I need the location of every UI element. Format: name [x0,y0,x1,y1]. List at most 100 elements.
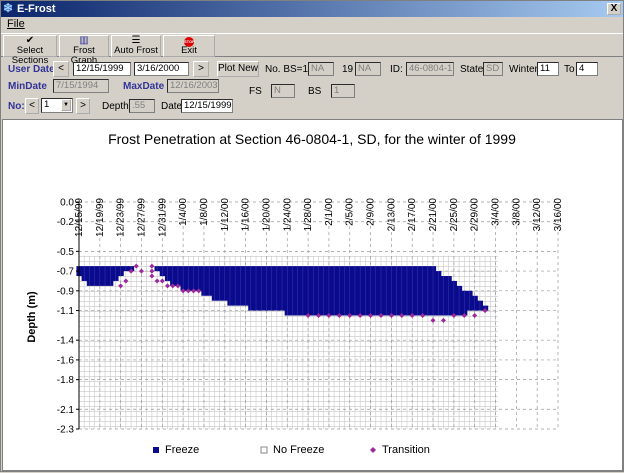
count-field: NA [355,62,381,76]
y-tick-label: -1.4 [57,336,75,347]
chart-legend: Freeze No Freeze Transition [153,444,430,456]
x-tick-label: 12/23/99 [116,198,127,237]
user-date-next-button[interactable]: > [193,61,209,77]
y-tick-label: -2.3 [57,425,75,436]
freeze-cell [456,285,463,316]
freeze-cell [107,266,114,286]
y-tick-label: -0.2 [57,217,75,228]
x-tick-label: 2/13/00 [386,198,397,232]
freeze-cell [425,266,431,316]
id-field: 46-0804-1 [406,62,454,76]
legend-transition-swatch [370,447,376,453]
date-label: Date [161,101,183,112]
toolbar: ✔ Select Sections ▥ Frost Graph ☰ Auto F… [1,33,623,66]
no-next-button[interactable]: > [76,98,90,114]
x-tick-label: 2/1/00 [324,198,335,226]
no-label: No: [8,101,25,112]
user-date-start-input[interactable]: 12/15/1999 [73,62,131,76]
max-date-label: MaxDate [123,81,165,92]
y-tick-label: -0.5 [57,247,75,258]
freeze-cell [336,266,343,316]
min-date-field: 7/15/1994 [53,79,109,93]
x-tick-label: 1/4/00 [178,198,189,226]
no-prev-button[interactable]: < [25,98,39,114]
winter-input[interactable]: 11 [537,62,559,76]
chevron-down-icon[interactable]: ▼ [61,99,71,111]
state-label: State [460,64,484,75]
exit-label: Exit [181,45,197,56]
legend-freeze-swatch [153,447,159,453]
y-tick-label: -1.1 [57,306,75,317]
fs-field: N [271,84,295,98]
x-tick-label: 12/31/99 [157,198,168,237]
no-select-value: 1 [44,99,50,110]
id-label: ID: [390,64,403,75]
x-tick-label: 3/8/00 [511,198,522,226]
user-date-end-input[interactable]: 3/16/2000 [134,62,189,76]
select-sections-label: Select Sections [11,45,49,66]
freeze-cell [289,266,296,316]
fs-label: FS [249,86,262,97]
winter-label: Winter [509,64,538,75]
to-label: To [564,64,575,75]
x-tick-label: 2/21/00 [428,198,439,232]
freeze-cell [440,276,447,316]
menu-file[interactable]: File [7,18,25,30]
x-tick-label: 1/24/00 [282,198,293,232]
x-tick-label: 2/29/00 [470,198,481,232]
y-tick-label: -0.9 [57,286,75,297]
no-select[interactable]: 1 ▼ [41,98,73,113]
frost-graph-button[interactable]: ▥ Frost Graph [59,35,109,66]
depth-field: .55 [129,99,155,113]
freeze-cell [237,266,244,306]
select-sections-button[interactable]: ✔ Select Sections [3,35,57,66]
x-tick-label: 12/15/99 [74,198,85,237]
y-axis-label: Depth (m) [26,291,38,343]
x-tick-label: 1/28/00 [303,198,314,232]
legend-freeze-label: Freeze [165,444,199,456]
to-input[interactable]: 4 [576,62,598,76]
bs-field: 1 [331,84,355,98]
auto-frost-button[interactable]: ☰ Auto Frost [111,35,161,57]
x-tick-label: 2/17/00 [407,198,418,232]
bs-label: BS [308,86,322,97]
freeze-cell [305,266,312,316]
freeze-cell [190,266,197,291]
freeze-cell [321,266,327,316]
user-date-label: User Date [8,64,55,75]
max-date-field: 12/16/2003 [167,79,219,93]
legend-nofreeze-label: No Freeze [273,444,324,456]
date-field[interactable]: 12/15/1999 [181,99,233,113]
freeze-cell [243,266,249,306]
freeze-cell [81,266,88,281]
x-tick-label: 1/16/00 [241,198,252,232]
menu-bar: File [1,17,623,31]
app-window: ❄ E-Frost X File ✔ Select Sections ▥ Fro… [0,0,624,472]
close-button[interactable]: X [607,3,621,15]
y-tick-label: -1.6 [57,355,75,366]
user-date-prev-button[interactable]: < [53,61,69,77]
freeze-cell [222,266,228,301]
y-tick-label: -2.1 [57,405,75,416]
x-tick-label: 1/12/00 [220,198,231,232]
y-tick-label: -0.7 [57,267,75,278]
plot-new-button[interactable]: Plot New [217,61,259,77]
y-tick-label: 0.0 [60,198,74,209]
x-tick-label: 3/12/00 [532,198,543,232]
x-tick-label: 12/27/99 [136,198,147,237]
x-tick-label: 2/25/00 [449,198,460,232]
freeze-cell [206,266,213,296]
depth-label: Depth [102,101,129,112]
no-bs-field: NA [308,62,334,76]
x-tick-label: 3/16/00 [553,198,564,232]
x-tick-label: 3/4/00 [491,198,502,226]
snowflake-icon: ❄ [3,1,14,15]
y-tick-label: -1.8 [57,375,75,386]
auto-frost-label: Auto Frost [114,45,158,56]
count-label: 19 [342,64,354,75]
x-tick-label: 12/19/99 [95,198,106,237]
exit-button[interactable]: STOP Exit [163,35,215,57]
frost-chart: Frost Penetration at Section 46-0804-1, … [26,131,564,456]
legend-nofreeze-swatch [260,446,268,454]
chart-title: Frost Penetration at Section 46-0804-1, … [108,131,516,147]
